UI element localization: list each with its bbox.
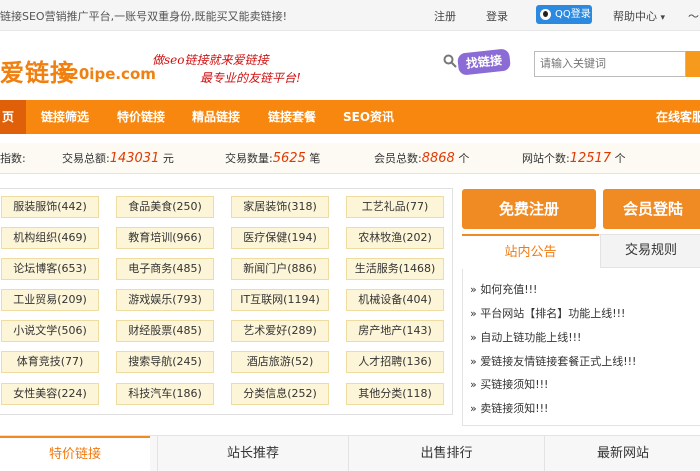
- category-tag[interactable]: 家居装饰(318): [231, 196, 329, 218]
- category-tag[interactable]: 科技汽车(186): [116, 383, 214, 405]
- main-nav: 页 链接筛选 特价链接 精品链接 链接套餐 SEO资讯 在线客服: [0, 100, 700, 134]
- register-link[interactable]: 注册: [434, 8, 456, 24]
- category-tag[interactable]: 工业贸易(209): [1, 289, 99, 311]
- category-tag[interactable]: 生活服务(1468): [346, 258, 444, 280]
- help-center-link[interactable]: 帮助中心 ▾: [613, 8, 665, 24]
- category-tag[interactable]: IT互联网(1194): [231, 289, 329, 311]
- category-tag[interactable]: 电子商务(485): [116, 258, 214, 280]
- site-header: 爱链接 520ipe.com 做seo链接就来爱链接 最专业的友链平台! 找链接: [0, 31, 700, 99]
- stat-value: 143031: [109, 151, 160, 166]
- logo-domain[interactable]: 520ipe.com: [58, 65, 156, 83]
- help-center-label: 帮助中心: [613, 10, 657, 23]
- site-slogan: 链接SEO营销推广平台,一账号双重身份,既能买又能卖链接!: [0, 10, 287, 23]
- category-tag[interactable]: 机械设备(404): [346, 289, 444, 311]
- stat-value: 8868: [421, 151, 455, 166]
- nav-item-special-links[interactable]: 特价链接: [117, 100, 165, 134]
- notice-item[interactable]: » 平台网站【排名】功能上线!!!: [470, 305, 625, 321]
- magnifier-icon: [443, 54, 457, 68]
- search-box: [534, 51, 686, 77]
- free-register-button[interactable]: 免费注册: [462, 189, 596, 229]
- category-tag[interactable]: 新闻门户(886): [231, 258, 329, 280]
- tab-trade-rules[interactable]: 交易规则: [600, 235, 700, 268]
- notice-item[interactable]: » 卖链接须知!!!: [470, 400, 548, 416]
- login-link[interactable]: 登录: [486, 8, 508, 24]
- stats-label: 指数:: [0, 152, 26, 165]
- category-tag[interactable]: 教育培训(966): [116, 227, 214, 249]
- tab-site-announcements[interactable]: 站内公告: [462, 234, 599, 269]
- category-tag[interactable]: 人才招聘(136): [346, 351, 444, 373]
- member-login-button[interactable]: 会员登陆: [603, 189, 700, 229]
- tab-newest-sites[interactable]: 最新网站: [544, 436, 700, 471]
- category-tag[interactable]: 农林牧渔(202): [346, 227, 444, 249]
- notice-item[interactable]: » 自动上链功能上线!!!: [470, 329, 581, 345]
- nav-item-premium-links[interactable]: 精品链接: [192, 100, 240, 134]
- category-tag[interactable]: 分类信息(252): [231, 383, 329, 405]
- category-tag[interactable]: 论坛博客(653): [1, 258, 99, 280]
- notice-item[interactable]: » 爱链接友情链接套餐正式上线!!!: [470, 353, 636, 369]
- category-tag[interactable]: 小说文学(506): [1, 320, 99, 342]
- category-tag[interactable]: 食品美食(250): [116, 196, 214, 218]
- notice-item[interactable]: » 买链接须知!!!: [470, 376, 548, 392]
- qq-login-button[interactable]: QQ登录: [536, 5, 592, 24]
- stat-trade-count: 交易数量:5625 笔: [225, 151, 321, 166]
- stat-member-count: 会员总数:8868 个: [374, 151, 470, 166]
- stats-bar: 指数: 交易总额:143031 元 交易数量:5625 笔 会员总数:8868 …: [0, 143, 700, 174]
- search-button[interactable]: [686, 51, 700, 77]
- tab-webmaster-picks[interactable]: 站长推荐: [157, 436, 348, 471]
- category-tag[interactable]: 搜索导航(245): [116, 351, 214, 373]
- tagline-line-2: 最专业的友链平台!: [200, 71, 301, 85]
- category-tag[interactable]: 服装服饰(442): [1, 196, 99, 218]
- chevron-down-icon: ▾: [660, 13, 666, 23]
- category-tag[interactable]: 游戏娱乐(793): [116, 289, 214, 311]
- qq-login-label: QQ登录: [555, 9, 591, 20]
- tab-special-links[interactable]: 特价链接: [0, 436, 150, 471]
- topbar-extra: 〜: [688, 10, 699, 23]
- category-tag[interactable]: 医疗保健(194): [231, 227, 329, 249]
- top-bar: 链接SEO营销推广平台,一账号双重身份,既能买又能卖链接! 注册 登录 QQ登录…: [0, 0, 700, 31]
- stat-site-count: 网站个数:12517 个: [522, 151, 626, 166]
- qq-icon: [540, 9, 551, 20]
- nav-item-link-filter[interactable]: 链接筛选: [41, 100, 89, 134]
- category-grid: 服装服饰(442) 食品美食(250) 家居装饰(318) 工艺礼品(77) 机…: [0, 188, 453, 415]
- category-tag[interactable]: 体育竞技(77): [1, 351, 99, 373]
- notice-item[interactable]: » 如何充值!!!: [470, 281, 537, 297]
- category-tag[interactable]: 艺术爱好(289): [231, 320, 329, 342]
- stat-value: 5625: [272, 151, 306, 166]
- nav-item-seo-news[interactable]: SEO资讯: [343, 100, 394, 134]
- nav-item-home[interactable]: 页: [2, 100, 14, 134]
- category-tag[interactable]: 机构组织(469): [1, 227, 99, 249]
- category-tag[interactable]: 其他分类(118): [346, 383, 444, 405]
- stat-value: 12517: [569, 151, 612, 166]
- category-tag[interactable]: 财经股票(485): [116, 320, 214, 342]
- category-tag[interactable]: 酒店旅游(52): [231, 351, 329, 373]
- tab-sales-ranking[interactable]: 出售排行: [348, 436, 544, 471]
- nav-item-online-service[interactable]: 在线客服: [656, 100, 700, 134]
- category-tag[interactable]: 房产地产(143): [346, 320, 444, 342]
- tagline-line-1: 做seo链接就来爱链接: [152, 53, 269, 67]
- category-tag[interactable]: 工艺礼品(77): [346, 196, 444, 218]
- bottom-tab-bar: 特价链接 站长推荐 出售排行 最新网站: [0, 435, 700, 471]
- stat-total-amount: 交易总额:143031 元: [62, 151, 174, 166]
- category-tag[interactable]: 女性美容(224): [1, 383, 99, 405]
- find-link-badge[interactable]: 找链接: [456, 48, 512, 76]
- nav-item-link-packages[interactable]: 链接套餐: [268, 100, 316, 134]
- search-input[interactable]: [535, 52, 680, 74]
